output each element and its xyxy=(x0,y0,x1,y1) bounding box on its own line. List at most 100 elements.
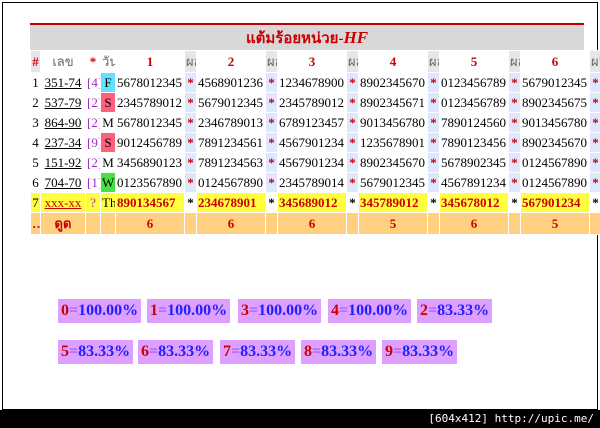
day-badge: F xyxy=(101,73,115,92)
header-col-6: 6 xyxy=(521,51,589,72)
number-cell: 1234678900 xyxy=(278,73,346,92)
draw-link[interactable]: 864-90 xyxy=(41,113,85,132)
star-marker: * xyxy=(590,113,600,132)
star-marker: * xyxy=(266,173,277,192)
number-cell: 1235678901 xyxy=(359,133,427,152)
star-marker: * xyxy=(509,133,520,152)
draw-link[interactable]: 351-74 xyxy=(41,73,85,92)
star-marker: * xyxy=(509,73,520,92)
header-draw: เลข xyxy=(41,51,85,72)
star-marker: * xyxy=(266,133,277,152)
watermark-text: [604x412] http://upic.me/ xyxy=(428,412,594,425)
result-separator: = xyxy=(231,343,241,360)
header-last: ผลิ xyxy=(590,51,600,72)
star-marker: * xyxy=(185,173,196,192)
result-separator: = xyxy=(393,343,403,360)
number-cell: 345689012 xyxy=(278,193,346,212)
table-row: 6704-70[1]W0123567890*0124567890*2345789… xyxy=(31,173,600,192)
star-marker: * xyxy=(509,93,520,112)
header-small: ผล xyxy=(347,51,358,72)
star-marker: * xyxy=(347,73,358,92)
table-row: 4237-34[9]S9012456789*7891234561*4567901… xyxy=(31,133,600,152)
star-marker: * xyxy=(266,73,277,92)
result-digit: 9 xyxy=(385,343,393,360)
result-percent: 83.33% xyxy=(402,343,455,360)
bracket-count: [9] xyxy=(86,133,100,152)
star-marker: * xyxy=(185,153,196,172)
number-cell: 5678902345 xyxy=(440,153,508,172)
table-title-suffix: HF xyxy=(343,28,369,47)
header-small: ผล xyxy=(185,51,196,72)
star-marker: * xyxy=(266,93,277,112)
number-cell: 0123456789 xyxy=(440,73,508,92)
number-cell: 0124567890 xyxy=(521,153,589,172)
star-marker: * xyxy=(428,93,439,112)
star-marker: * xyxy=(266,153,277,172)
summary-spacer xyxy=(347,213,358,234)
summary-spacer xyxy=(266,213,277,234)
header-col-3: 3 xyxy=(278,51,346,72)
result-digit: 1 xyxy=(150,302,158,319)
draw-link[interactable]: xxx-xx xyxy=(41,193,85,212)
header-col-4: 4 xyxy=(359,51,427,72)
summary-value: 6 xyxy=(278,213,346,234)
image-frame: แต้มร้อยหน่วย-HF #เลข*วัน1ผล2ผล3ผล4ผล5ผล… xyxy=(2,2,600,410)
number-cell: 2345789014 xyxy=(278,173,346,192)
number-cell: 234678901 xyxy=(197,193,265,212)
star-marker: * xyxy=(347,113,358,132)
star-marker: * xyxy=(590,173,600,192)
star-marker: * xyxy=(590,93,600,112)
number-cell: 0124567890 xyxy=(197,173,265,192)
summary-label: ดูด xyxy=(41,213,85,234)
number-cell: 8902345671 xyxy=(359,93,427,112)
number-cell: 5679012345 xyxy=(197,93,265,112)
row-index: 3 xyxy=(31,113,40,132)
summary-spacer xyxy=(509,213,520,234)
result-percent: 83.33% xyxy=(321,343,374,360)
number-cell: 890134567 xyxy=(116,193,184,212)
summary-value: 5 xyxy=(521,213,589,234)
pending-row: 7 xxx-xx? Th 890134567 * 234678901 * 345689012 *… xyxy=(31,193,600,212)
number-cell: 9012456789 xyxy=(116,133,184,152)
day-badge: W xyxy=(101,173,115,192)
watermark-bar: [604x412] http://upic.me/ xyxy=(0,410,600,428)
row-index: 7 xyxy=(31,193,40,212)
star-marker: * xyxy=(266,193,277,212)
draw-link[interactable]: 537-79 xyxy=(41,93,85,112)
row-index: 6 xyxy=(31,173,40,192)
star-marker: * xyxy=(266,113,277,132)
number-cell: 7890124560 xyxy=(440,113,508,132)
star-marker: * xyxy=(347,173,358,192)
result-percent: 83.33% xyxy=(158,343,211,360)
result-separator: = xyxy=(158,302,168,319)
day-badge: M xyxy=(101,153,115,172)
number-cell: 4567901234 xyxy=(278,133,346,152)
star-marker: * xyxy=(185,113,196,132)
result-separator: = xyxy=(249,302,259,319)
number-cell: 345789012 xyxy=(359,193,427,212)
day-badge: S xyxy=(101,133,115,152)
summary-value: 5 xyxy=(359,213,427,234)
number-cell: 0124567890 xyxy=(521,173,589,192)
number-cell: 5679012345 xyxy=(359,173,427,192)
result-digit: 0 xyxy=(61,302,69,319)
header-star: * xyxy=(86,51,100,72)
header-col-5: 5 xyxy=(440,51,508,72)
number-cell: 0123456789 xyxy=(440,93,508,112)
draw-link[interactable]: 237-34 xyxy=(41,133,85,152)
star-marker: * xyxy=(428,133,439,152)
digit-result-badge: 4=100.00% xyxy=(328,299,412,323)
draw-link[interactable]: 704-70 xyxy=(41,173,85,192)
header-row: #เลข*วัน1ผล2ผล3ผล4ผล5ผล6ผลิ xyxy=(31,51,600,72)
digit-result-badge: 3=100.00% xyxy=(238,299,322,323)
draw-link[interactable]: 151-92 xyxy=(41,153,85,172)
header-day: วัน xyxy=(101,51,115,72)
bracket-count: [1] xyxy=(86,173,100,192)
star-marker: * xyxy=(509,193,520,212)
summary-spacer xyxy=(101,213,115,234)
row-index: 4 xyxy=(31,133,40,152)
star-marker: * xyxy=(509,153,520,172)
summary-value: 6 xyxy=(116,213,184,234)
day-badge: M xyxy=(101,113,115,132)
star-marker: * xyxy=(428,153,439,172)
